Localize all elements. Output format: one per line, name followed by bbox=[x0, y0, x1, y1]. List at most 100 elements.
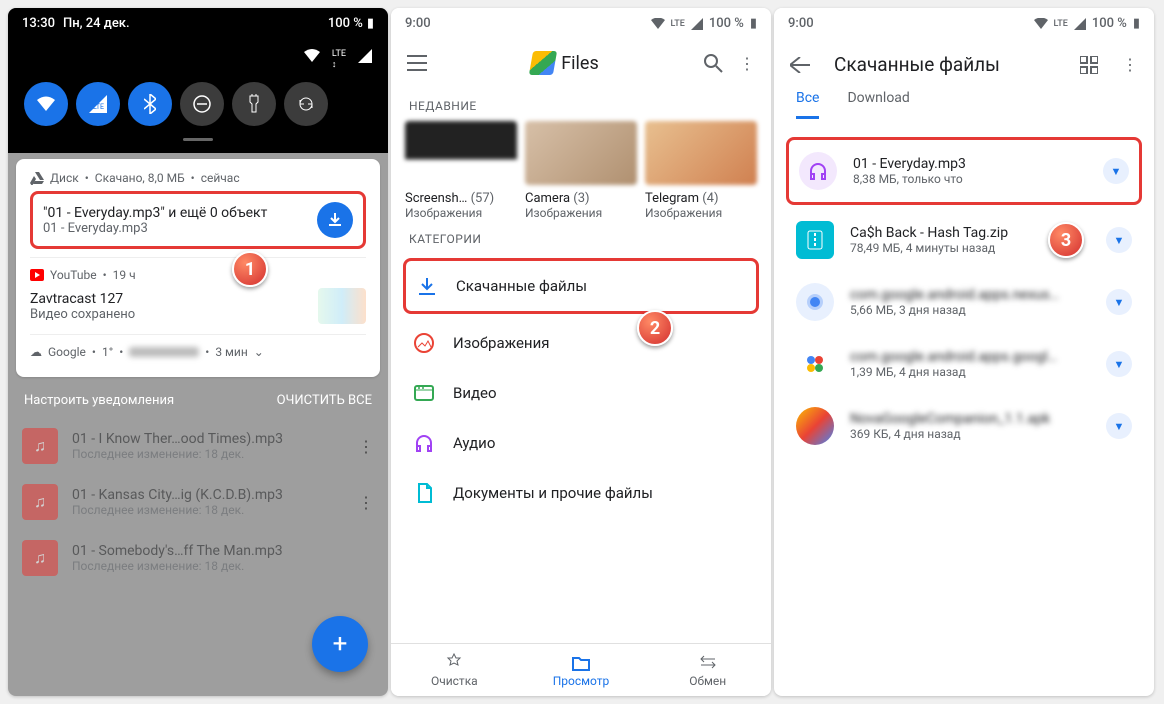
step-marker-3: 3 bbox=[1048, 222, 1084, 258]
video-icon bbox=[413, 382, 435, 404]
more-icon[interactable]: ⋮ bbox=[739, 54, 755, 73]
document-icon bbox=[413, 482, 435, 504]
expand-icon[interactable]: ▼ bbox=[1106, 413, 1132, 439]
nav-browse[interactable]: Просмотр bbox=[518, 644, 645, 696]
rotation-toggle[interactable] bbox=[284, 82, 328, 126]
audio-file-icon: ♫ bbox=[22, 540, 58, 576]
panel-downloads: 9:00 LTE 100 % ▮ Скачанные файлы ⋮ Все D… bbox=[774, 8, 1154, 696]
recent-item[interactable]: Screensh… (57) Изображения bbox=[405, 121, 517, 220]
more-icon: ⋮ bbox=[358, 437, 374, 456]
category-downloads[interactable]: Скачанные файлы bbox=[403, 258, 759, 314]
app-icon bbox=[796, 345, 834, 383]
notif-status: Скачано, 8,0 МБ bbox=[95, 171, 185, 185]
flashlight-toggle[interactable] bbox=[232, 82, 276, 126]
back-icon[interactable] bbox=[790, 57, 810, 73]
bluetooth-toggle[interactable] bbox=[128, 82, 172, 126]
drive-notification[interactable]: Диск • Скачано, 8,0 МБ • сейчас "01 - Ev… bbox=[16, 159, 380, 377]
more-icon[interactable]: ⋮ bbox=[1122, 55, 1138, 74]
file-meta: 8,38 МБ, только что bbox=[853, 172, 1087, 186]
file-item[interactable]: com.google.android.apps.googl… 1,39 МБ, … bbox=[786, 333, 1142, 395]
youtube-thumb bbox=[318, 288, 366, 324]
signal-icon bbox=[358, 49, 372, 70]
toolbar: Files ⋮ bbox=[391, 39, 771, 87]
recent-item[interactable]: Camera (3) Изображения bbox=[525, 121, 637, 220]
page-title: Скачанные файлы bbox=[834, 53, 1056, 76]
cloud-icon: ☁ bbox=[30, 345, 42, 359]
file-meta: 369 КБ, 4 дня назад bbox=[850, 427, 1090, 441]
battery-icon: ▮ bbox=[367, 16, 374, 31]
category-images[interactable]: Изображения bbox=[403, 318, 759, 368]
notif-footer: Настроить уведомления ОЧИСТИТЬ ВСЕ bbox=[8, 383, 388, 418]
notif-app: Диск bbox=[50, 171, 79, 185]
list-item: ♫ 01 - Somebody's…ff The Man.mp3Последне… bbox=[22, 530, 374, 586]
file-meta: 5,66 МБ, 3 дня назад bbox=[850, 303, 1090, 317]
status-battery: 100 % bbox=[1092, 16, 1127, 31]
file-list: 01 - Everyday.mp3 8,38 МБ, только что ▼ … bbox=[774, 129, 1154, 461]
file-item-highlighted[interactable]: 01 - Everyday.mp3 8,38 МБ, только что ▼ bbox=[786, 137, 1142, 205]
quick-settings: LTE↕ LTE bbox=[8, 39, 388, 153]
step-marker-1: 1 bbox=[232, 251, 268, 287]
category-video[interactable]: Видео bbox=[403, 368, 759, 418]
file-item[interactable]: Ca$h Back - Hash Tag.zip 78,49 МБ, 4 мин… bbox=[786, 209, 1142, 271]
nav-clean[interactable]: Очистка bbox=[391, 644, 518, 696]
wifi-icon bbox=[1034, 18, 1048, 30]
nav-share[interactable]: Обмен bbox=[644, 644, 771, 696]
status-bar: 9:00 LTE 100 % ▮ bbox=[774, 8, 1154, 39]
status-bar: 13:30 Пн, 24 дек. 100 % ▮ bbox=[8, 8, 388, 39]
status-time: 9:00 bbox=[405, 16, 431, 31]
recent-item[interactable]: Telegram (4) Изображения bbox=[645, 121, 757, 220]
google-temp: 1° bbox=[102, 345, 113, 359]
download-action-button[interactable] bbox=[317, 202, 353, 238]
file-name: 01 - Everyday.mp3 bbox=[853, 156, 1087, 172]
expand-icon[interactable]: ▼ bbox=[1103, 158, 1129, 184]
youtube-icon bbox=[30, 269, 44, 281]
youtube-sub: Видео сохранено bbox=[30, 307, 135, 322]
toolbar: Скачанные файлы ⋮ bbox=[774, 39, 1154, 90]
recent-row: Screensh… (57) Изображения Camera (3) Из… bbox=[391, 121, 771, 220]
file-item[interactable]: com.google.android.apps.nexus… 5,66 МБ, … bbox=[786, 271, 1142, 333]
status-bar: 9:00 LTE 100 % ▮ bbox=[391, 8, 771, 39]
download-highlight: "01 - Everyday.mp3" и ещё 0 объект 01 - … bbox=[30, 191, 366, 249]
list-item: ♫ 01 - Kansas City…ig (K.C.D.B).mp3После… bbox=[22, 474, 374, 530]
lte-icon: LTE bbox=[671, 19, 685, 29]
audio-file-icon: ♫ bbox=[22, 428, 58, 464]
fab-add[interactable]: + bbox=[312, 616, 368, 672]
recent-thumb bbox=[525, 121, 637, 185]
qs-handle[interactable] bbox=[183, 138, 213, 141]
category-audio[interactable]: Аудио bbox=[403, 418, 759, 468]
file-item[interactable]: NovaGoogleCompanion_1.1.apk 369 КБ, 4 дн… bbox=[786, 395, 1142, 457]
zip-icon bbox=[796, 221, 834, 259]
signal-icon bbox=[691, 18, 703, 30]
grid-view-icon[interactable] bbox=[1080, 56, 1098, 74]
youtube-app: YouTube bbox=[50, 268, 97, 282]
panel-notifications: 13:30 Пн, 24 дек. 100 % ▮ LTE↕ LTE Диск … bbox=[8, 8, 388, 696]
google-blur bbox=[129, 347, 199, 357]
google-app: Google bbox=[48, 345, 86, 359]
notif-when: сейчас bbox=[201, 171, 240, 185]
status-battery: 100 % bbox=[328, 16, 363, 31]
tab-download[interactable]: Download bbox=[847, 90, 909, 119]
drive-icon bbox=[30, 171, 44, 185]
status-battery: 100 % bbox=[709, 16, 744, 31]
data-toggle[interactable]: LTE bbox=[76, 82, 120, 126]
lte-icon: LTE↕ bbox=[332, 49, 346, 70]
audio-file-icon: ♫ bbox=[22, 484, 58, 520]
expand-icon[interactable]: ▼ bbox=[1106, 289, 1132, 315]
dnd-toggle[interactable] bbox=[180, 82, 224, 126]
menu-icon[interactable] bbox=[407, 55, 427, 71]
clear-all[interactable]: ОЧИСТИТЬ ВСЕ bbox=[277, 393, 372, 408]
status-time: 13:30 bbox=[22, 16, 55, 31]
manage-notifications[interactable]: Настроить уведомления bbox=[24, 393, 174, 408]
expand-icon[interactable]: ▼ bbox=[1106, 351, 1132, 377]
search-icon[interactable] bbox=[703, 53, 723, 73]
lte-icon: LTE bbox=[1054, 19, 1068, 29]
tab-all[interactable]: Все bbox=[796, 90, 819, 119]
headphones-icon bbox=[799, 152, 837, 190]
wifi-toggle[interactable] bbox=[24, 82, 68, 126]
chevron-down-icon[interactable]: ⌄ bbox=[254, 345, 264, 359]
expand-icon[interactable]: ▼ bbox=[1106, 227, 1132, 253]
recent-label: НЕДАВНИЕ bbox=[391, 87, 771, 121]
app-icon bbox=[796, 283, 834, 321]
more-icon: ⋮ bbox=[358, 493, 374, 512]
category-docs[interactable]: Документы и прочие файлы bbox=[403, 468, 759, 518]
